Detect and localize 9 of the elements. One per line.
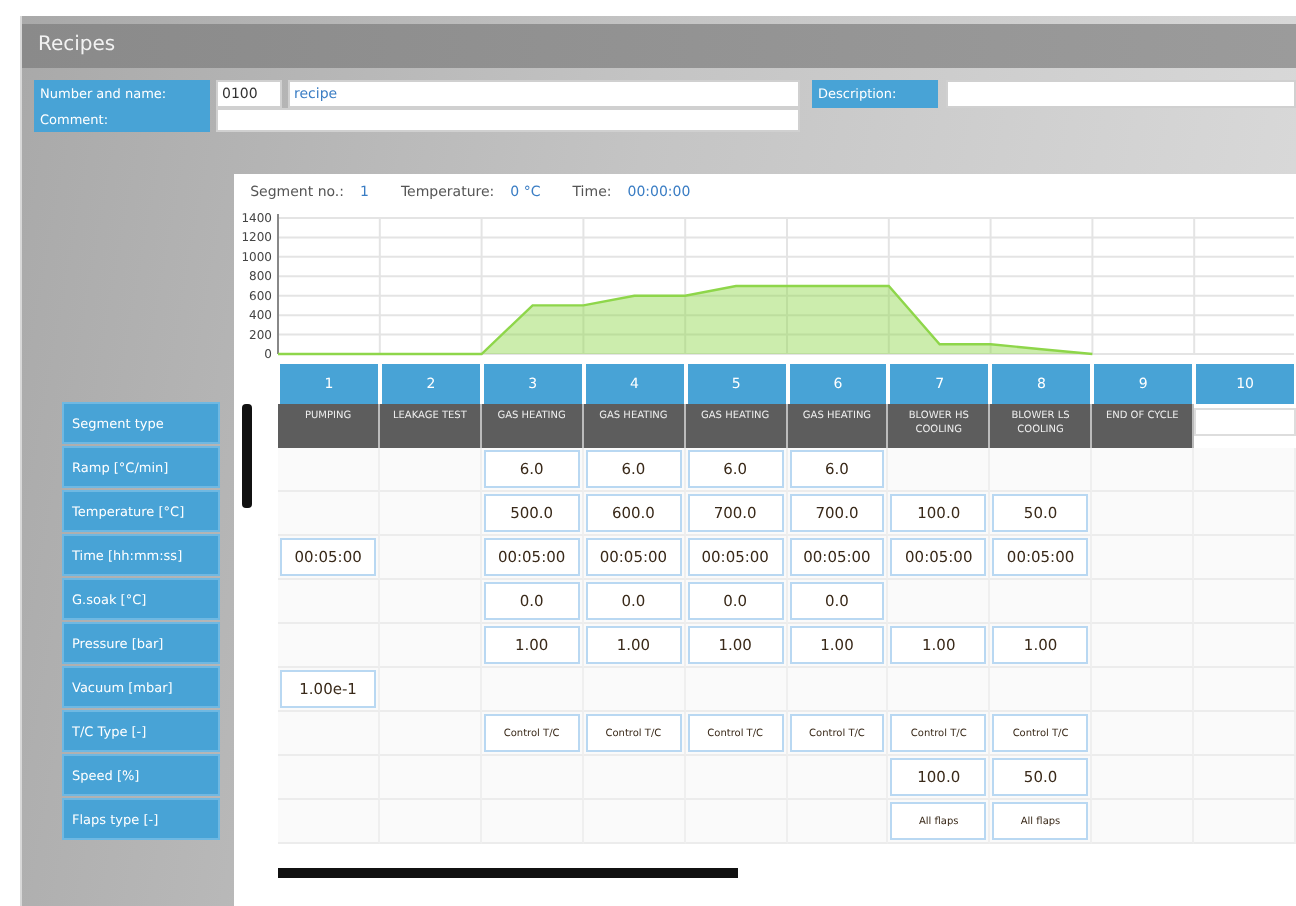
y-axis [277, 213, 280, 355]
comment-field[interactable] [216, 108, 800, 132]
description-field[interactable] [946, 80, 1296, 108]
segment-type-field[interactable] [1194, 408, 1296, 436]
table-cell [278, 448, 380, 492]
window-title: Recipes [22, 24, 1296, 68]
scrollbar-thumb[interactable] [278, 867, 739, 877]
scrollbar-thumb[interactable] [242, 404, 253, 508]
table-cell [1092, 448, 1195, 492]
